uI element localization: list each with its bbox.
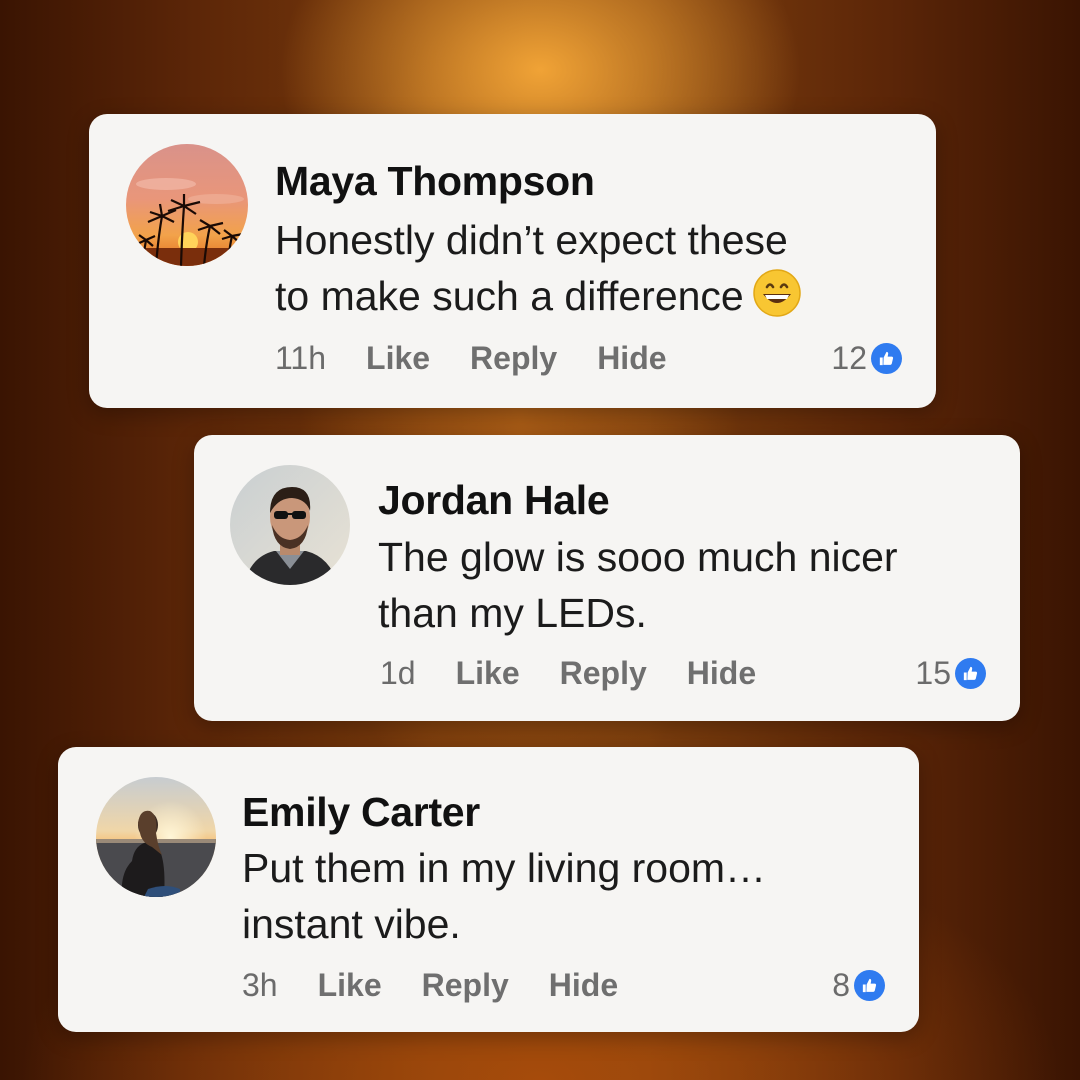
comment-meta: 1d Like Reply Hide <box>380 655 756 692</box>
comment-meta: 3h Like Reply Hide <box>242 967 618 1004</box>
reaction-count[interactable]: 8 <box>832 967 885 1004</box>
comment-time[interactable]: 3h <box>242 967 278 1004</box>
comment-card: Emily Carter Put them in my living room…… <box>58 747 919 1032</box>
reply-button[interactable]: Reply <box>422 967 509 1004</box>
comment-line: Honestly didn’t expect these <box>275 217 788 263</box>
reaction-count[interactable]: 12 <box>831 340 902 377</box>
comment-author[interactable]: Maya Thompson <box>275 158 595 205</box>
comment-line: to make such a difference <box>275 268 802 324</box>
comment-text: The glow is sooo much nicer than my LEDs… <box>378 529 898 641</box>
comment-time[interactable]: 11h <box>275 340 326 377</box>
avatar[interactable] <box>230 465 350 585</box>
woman-sea-sunset-avatar-image <box>96 777 216 897</box>
comment-text: Put them in my living room… instant vibe… <box>242 840 766 952</box>
palm-sunset-avatar-image <box>126 144 248 266</box>
like-count: 12 <box>831 340 867 376</box>
man-sunglasses-avatar-image <box>230 465 350 585</box>
reaction-count[interactable]: 15 <box>915 655 986 692</box>
comment-meta: 11h Like Reply Hide <box>275 340 667 377</box>
like-count: 15 <box>915 655 951 691</box>
comment-line: The glow is sooo much nicer <box>378 534 898 580</box>
avatar[interactable] <box>126 144 248 266</box>
thumbs-up-icon <box>955 658 986 689</box>
hide-button[interactable]: Hide <box>549 967 618 1004</box>
comment-line-text: to make such a difference <box>275 273 744 319</box>
grinning-face-icon <box>753 269 801 317</box>
thumbs-up-icon <box>854 970 885 1001</box>
hide-button[interactable]: Hide <box>597 340 666 377</box>
reply-button[interactable]: Reply <box>560 655 647 692</box>
comment-line: than my LEDs. <box>378 590 647 636</box>
comment-line: instant vibe. <box>242 901 461 947</box>
like-button[interactable]: Like <box>366 340 430 377</box>
comment-time[interactable]: 1d <box>380 655 416 692</box>
comment-author[interactable]: Emily Carter <box>242 789 480 836</box>
thumbs-up-icon <box>871 343 902 374</box>
like-button[interactable]: Like <box>456 655 520 692</box>
reply-button[interactable]: Reply <box>470 340 557 377</box>
comment-card: Maya Thompson Honestly didn’t expect the… <box>89 114 936 408</box>
like-count: 8 <box>832 967 850 1003</box>
comment-author[interactable]: Jordan Hale <box>378 477 610 524</box>
comment-card: Jordan Hale The glow is sooo much nicer … <box>194 435 1020 721</box>
like-button[interactable]: Like <box>318 967 382 1004</box>
comment-text: Honestly didn’t expect these to make suc… <box>275 212 802 324</box>
avatar[interactable] <box>96 777 216 897</box>
comment-line: Put them in my living room… <box>242 845 767 891</box>
hide-button[interactable]: Hide <box>687 655 756 692</box>
